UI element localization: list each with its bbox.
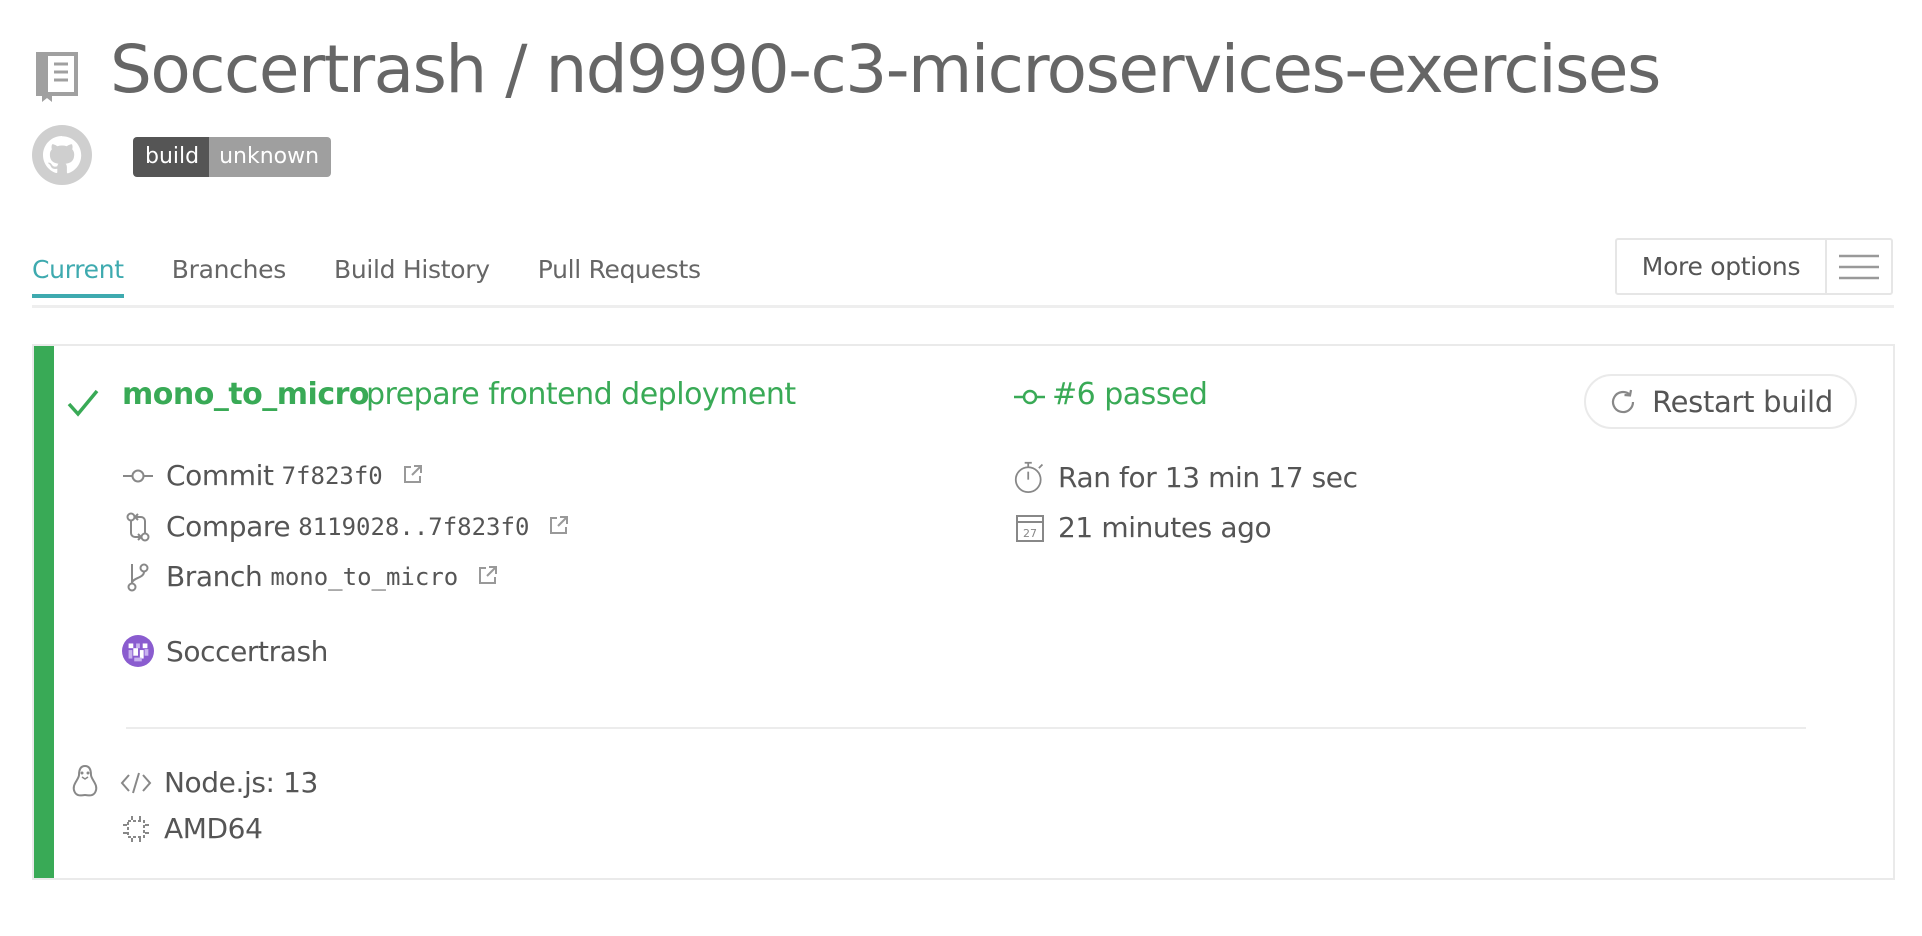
more-options-button[interactable]: More options	[1615, 238, 1893, 295]
restart-build-label: Restart build	[1652, 384, 1833, 419]
github-icon[interactable]	[31, 124, 93, 186]
calendar-icon: 27	[1014, 513, 1046, 543]
badge-label: build	[133, 137, 210, 177]
external-link-icon[interactable]	[478, 565, 498, 589]
restart-icon	[1611, 389, 1635, 413]
tab-branches[interactable]: Branches	[172, 255, 287, 298]
cpu-icon	[120, 815, 152, 843]
status-bar	[34, 346, 54, 878]
branch-icon	[122, 562, 154, 592]
commit-node-icon	[1014, 389, 1045, 404]
linux-icon	[70, 764, 100, 798]
branch-label: Branch	[166, 560, 263, 593]
more-options-label[interactable]: More options	[1617, 240, 1827, 293]
finished-text: 21 minutes ago	[1058, 511, 1272, 544]
tab-pull-requests[interactable]: Pull Requests	[538, 255, 701, 298]
compare-row: Compare 8119028..7f823f0	[122, 510, 569, 543]
stopwatch-icon	[1014, 457, 1046, 497]
code-icon	[120, 771, 152, 795]
build-status[interactable]: #6 passed	[1014, 377, 1208, 412]
branch-value[interactable]: mono_to_micro	[270, 563, 458, 591]
commit-icon	[122, 468, 154, 484]
compare-label: Compare	[166, 510, 291, 543]
repo-title: Soccertrash / nd9990-c3-microservices-ex…	[110, 31, 1661, 108]
tab-divider	[32, 305, 1894, 308]
build-status-badge[interactable]: build unknown	[133, 137, 332, 177]
compare-icon	[122, 512, 154, 542]
author-name: Soccertrash	[166, 634, 329, 668]
check-icon	[66, 386, 100, 420]
branch-row: Branch mono_to_micro	[122, 560, 498, 593]
arch-text: AMD64	[164, 812, 263, 845]
language-text: Node.js: 13	[164, 766, 318, 799]
duration-row: Ran for 13 min 17 sec	[1014, 457, 1358, 497]
finished-row: 27 21 minutes ago	[1014, 511, 1272, 544]
commit-message: prepare frontend deployment	[366, 377, 796, 412]
external-link-icon[interactable]	[549, 515, 569, 539]
arch-row: AMD64	[120, 812, 263, 845]
restart-build-button[interactable]: Restart build	[1584, 374, 1857, 429]
tab-bar: Current Branches Build History Pull Requ…	[32, 255, 749, 298]
tab-current[interactable]: Current	[32, 255, 124, 298]
author-row: Soccertrash	[122, 634, 328, 668]
duration-text: Ran for 13 min 17 sec	[1058, 460, 1358, 494]
calendar-day: 27	[1023, 527, 1037, 540]
commit-label: Commit	[166, 459, 274, 492]
compare-range[interactable]: 8119028..7f823f0	[298, 513, 529, 541]
author-avatar	[122, 634, 154, 668]
repo-icon	[34, 52, 80, 102]
tab-build-history[interactable]: Build History	[334, 255, 490, 298]
build-branch-link[interactable]: mono_to_micro	[122, 377, 370, 412]
build-number-status[interactable]: #6 passed	[1052, 377, 1208, 412]
hamburger-icon[interactable]	[1827, 240, 1891, 293]
language-row: Node.js: 13	[120, 766, 318, 799]
card-divider	[126, 727, 1806, 729]
commit-sha[interactable]: 7f823f0	[282, 462, 383, 490]
commit-row: Commit 7f823f0	[122, 459, 423, 492]
external-link-icon[interactable]	[403, 464, 423, 488]
badge-value: unknown	[209, 137, 332, 177]
